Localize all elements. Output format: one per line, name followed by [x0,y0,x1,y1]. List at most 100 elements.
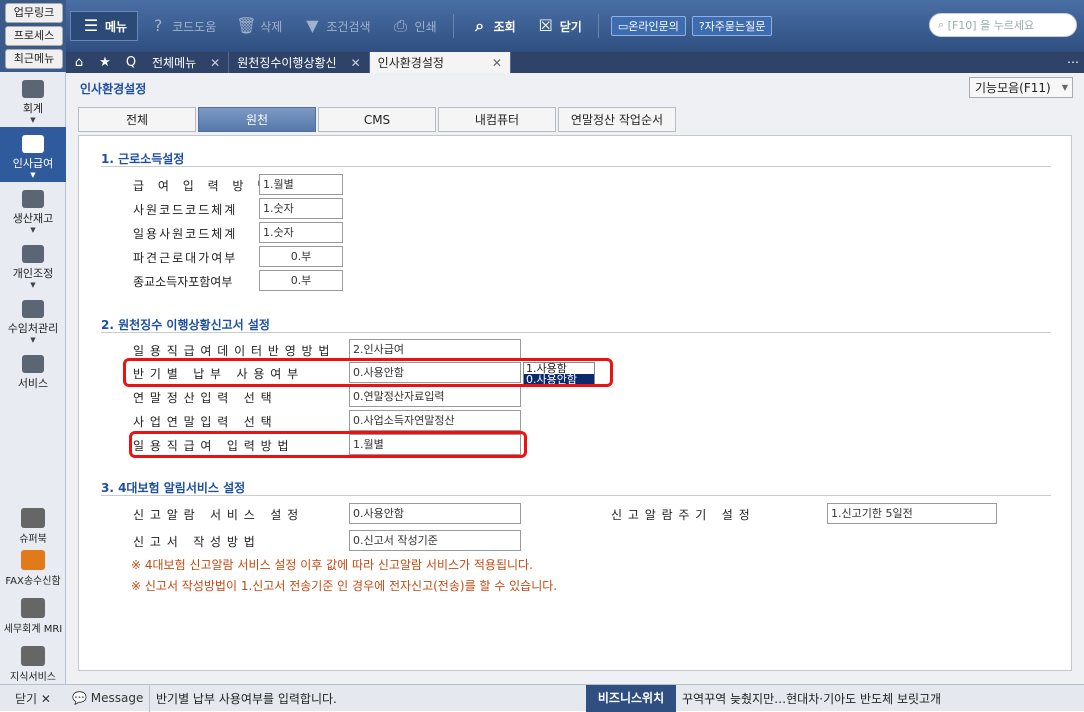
employee-code-field[interactable]: 1.숫자 [259,198,343,219]
sidebar-bottom-label: FAX송수신함 [5,576,61,587]
sidebar-fax[interactable]: FAX송수신함 [0,550,66,587]
faq-label: 자주묻는질문 [704,20,766,33]
field-label: 사원코드코드체계 [133,203,238,217]
menu-button[interactable]: ☰ 메뉴 [70,11,139,41]
sidebar-item-clients[interactable]: 수임처관리 ▼ [0,292,66,347]
sidebar-close-button[interactable]: 닫기 ✕ [0,690,66,707]
star-icon[interactable]: ★ [92,52,118,73]
dispatch-labor-field[interactable]: 0.부 [259,246,343,267]
print-button[interactable]: ⎙ 인쇄 [381,11,447,41]
section-divider [101,166,1051,167]
section1-title: 1. 근로소득설정 [101,152,185,166]
search-input[interactable]: ⌕ [F10] 을 누르세요 [929,13,1077,37]
close-icon[interactable]: ✕ [351,56,361,70]
field-label: 일용사원코드체계 [133,227,238,241]
sidebar-item-personal[interactable]: 개인조정 ▼ [0,237,66,292]
sidebar-item-label: 서비스 [17,377,49,390]
close-icon[interactable]: ✕ [492,56,502,70]
quicklinks-panel: 업무링크 프로세스 최근메뉴 [0,0,66,72]
quicklink-work[interactable]: 업무링크 [5,3,63,23]
subtab-my-computer[interactable]: 내컴퓨터 [438,107,556,132]
close-button[interactable]: ☒ 닫기 [526,11,592,41]
filter-icon: ▼ [306,16,319,35]
menu-label: 메뉴 [105,19,128,34]
sidebar-mri[interactable]: 세무회계 MRI [0,598,66,635]
search-icon: ⌕ [938,18,948,31]
sidebar-superbook[interactable]: 슈퍼북 [0,508,66,545]
query-button[interactable]: ⌕ 조회 [460,11,526,41]
trash-icon: 🗑 [236,16,257,35]
message-label-text: Message [90,691,144,705]
business-news-ticker[interactable]: 꾸역꾸역 늦췄지만…현대차·기아도 반도체 보릿고개 [676,690,941,707]
sidebar-item-label: 수임처관리 [7,322,59,335]
function-menu-button[interactable]: 기능모음(F11) ▼ [969,77,1073,98]
more-icon[interactable]: ⋯ [1062,52,1084,73]
alarm-cycle-field[interactable]: 1.신고기한 5일전 [827,503,997,524]
fax-icon [21,550,45,570]
section-divider [101,495,1051,496]
conditional-search-button[interactable]: ▼ 조건검색 [292,11,380,41]
online-inquiry-label: 온라인문의 [628,20,679,33]
tab-withholding[interactable]: 원천징수이행상황신 ✕ [229,52,370,73]
subtab-year-end[interactable]: 연말정산 작업순서 [558,107,676,132]
subtab-withholding[interactable]: 원천 [198,107,316,132]
field-label: 신 고 알 람 서 비 스 설 정 [133,508,300,522]
query-label: 조회 [493,19,516,34]
monitor-icon [22,355,44,373]
close-box-icon: ☒ [538,16,553,35]
user-icon [22,245,44,263]
section3-title: 3. 4대보험 알림서비스 설정 [101,481,246,495]
alarm-service-field[interactable]: 0.사용안함 [349,503,521,524]
grid-icon [22,190,44,208]
tab-label: 인사환경설정 [377,56,444,70]
toolbar-buttons: ☰ 메뉴 ? 코드도움 🗑 삭제 ▼ 조건검색 ⎙ 인쇄 ⌕ 조회 ☒ 닫기 ▭ 온라인문의 … [66,0,773,52]
tab-all-menu[interactable]: 전체메뉴 ✕ [144,52,230,73]
quicklink-recent[interactable]: 최근메뉴 [5,49,63,69]
report-method-field[interactable]: 0.신고서 작성기준 [349,530,521,551]
faq-button[interactable]: ? 자주묻는질문 [691,16,773,36]
tab-hr-settings[interactable]: 인사환경설정 ✕ [369,52,511,73]
field-label: 연 말 정 산 입 력 선 택 [133,391,273,405]
subtab-bar: 전체 원천 CMS 내컴퓨터 연말정산 작업순서 [78,107,678,132]
business-year-end-field[interactable]: 0.사업소득자연말정산 [349,410,521,431]
delete-button[interactable]: 🗑 삭제 [226,11,292,41]
business-watch-label: 비즈니스위치 [586,684,676,712]
daily-employee-code-field[interactable]: 1.숫자 [259,222,343,243]
sidebar-item-label: 생산재고 [12,212,54,225]
daily-pay-data-field[interactable]: 2.인사급여 [349,339,521,360]
close-icon[interactable]: ✕ [210,56,220,70]
sidebar-item-service[interactable]: 서비스 [0,347,66,402]
conditional-search-label: 조건검색 [326,19,371,34]
settings-panel: 1. 근로소득설정 급 여 입 력 방 법 1.월별 사원코드코드체계 1.숫자… [78,135,1072,671]
question-icon: ? [153,16,163,35]
chat-icon: 💬 [72,691,91,705]
sidebar-item-hr-payroll[interactable]: 인사급여 ▼ [0,127,66,182]
home-icon[interactable]: ⌂ [66,52,92,73]
chevron-down-icon: ▼ [30,281,36,289]
sidebar-item-production[interactable]: 생산재고 ▼ [0,182,66,237]
code-help-label: 코드도움 [172,19,217,34]
field-label: 신 고 알 람 주 기 설 정 [611,508,751,522]
subtab-all[interactable]: 전체 [78,107,196,132]
chevron-down-icon: ▼ [30,171,36,179]
sidebar-knowledge[interactable]: 지식서비스 [0,646,66,683]
calculator-icon [22,80,44,98]
book-icon [21,508,45,528]
toolbar-divider [597,14,599,38]
subtab-cms[interactable]: CMS [318,107,436,132]
sidebar-item-label: 회계 [22,102,44,115]
search-icon[interactable]: Q [118,52,144,73]
main-content: 인사환경설정 기능모음(F11) ▼ 전체 원천 CMS 내컴퓨터 연말정산 작업… [66,73,1084,684]
religious-income-field[interactable]: 0.부 [259,270,343,291]
pay-input-method-field[interactable]: 1.월별 [259,174,343,195]
function-menu-label: 기능모음(F11) [975,81,1051,95]
code-help-button[interactable]: ? 코드도움 [138,11,226,41]
quicklink-process[interactable]: 프로세스 [5,26,63,46]
year-end-input-field[interactable]: 0.연말정산자료입력 [349,386,521,407]
section-divider [101,332,1051,333]
sidebar-item-accounting[interactable]: 회계 ▼ [0,72,66,127]
field-label: 신 고 서 작 성 방 법 [133,535,256,549]
client-icon [22,300,44,318]
person-icon [22,135,44,153]
online-inquiry-button[interactable]: ▭ 온라인문의 [610,16,686,36]
